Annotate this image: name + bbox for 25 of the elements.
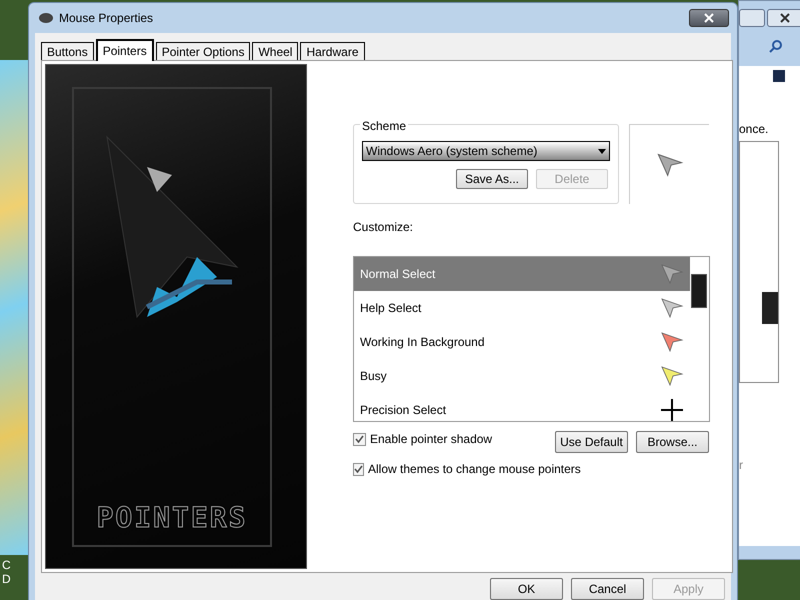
text-fragment: D xyxy=(2,572,11,586)
button[interactable]: Use Default xyxy=(555,431,628,453)
tab[interactable]: Pointers xyxy=(96,39,154,61)
text-fragment: r xyxy=(739,457,743,474)
list-item[interactable]: Busy xyxy=(354,359,690,393)
scheme-dropdown[interactable]: Windows Aero (system scheme) xyxy=(362,141,610,161)
button[interactable]: Cancel xyxy=(571,578,644,600)
tab[interactable]: Hardware xyxy=(300,42,364,60)
button[interactable]: Save As... xyxy=(456,169,528,189)
customize-label: Customize: xyxy=(353,219,414,236)
body-text: once. xyxy=(739,121,768,138)
text-fragment: C xyxy=(2,558,11,572)
tab[interactable]: Pointer Options xyxy=(156,42,250,60)
list-item[interactable]: Precision Select xyxy=(354,393,690,421)
list-item[interactable]: Working In Background xyxy=(354,325,690,359)
window-title: Mouse Properties xyxy=(59,10,154,27)
button[interactable]: OK xyxy=(490,578,563,600)
tab[interactable]: Buttons xyxy=(41,42,94,60)
artwork-title: POINTERS xyxy=(96,500,248,536)
tab[interactable]: Wheel xyxy=(252,42,298,60)
list-item[interactable]: Normal Select xyxy=(354,257,690,291)
checkbox-label: Enable pointer shadow xyxy=(370,431,492,448)
checkbox-label: Allow themes to change mouse pointers xyxy=(368,461,581,478)
list-item[interactable]: Help Select xyxy=(354,291,690,325)
button[interactable]: Browse... xyxy=(636,431,709,453)
